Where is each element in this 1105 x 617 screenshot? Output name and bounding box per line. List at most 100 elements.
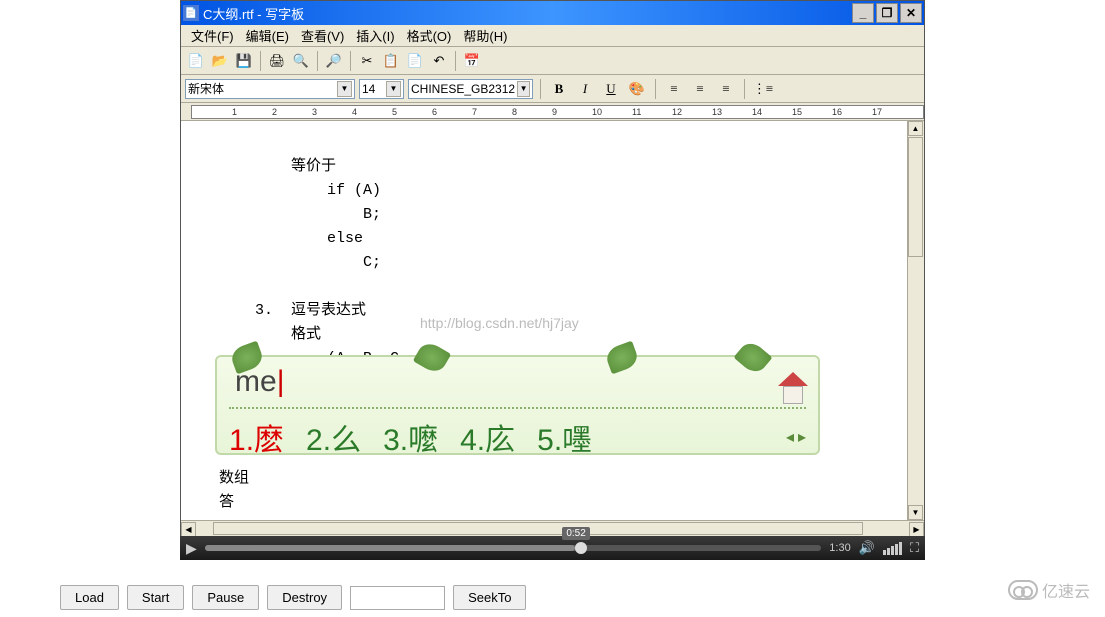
datetime-icon[interactable]: 📅	[461, 50, 483, 72]
maximize-button[interactable]: ❐	[876, 3, 898, 23]
menu-file[interactable]: 文件(F)	[185, 24, 240, 47]
ime-panel[interactable]: me| 1.麽 2.么 3.嚒 4.庅 5.嚜 ◂ ▸	[215, 355, 820, 455]
bold-button[interactable]: B	[548, 78, 570, 100]
doc-line: B;	[201, 206, 381, 223]
next-page-icon[interactable]: ▸	[798, 427, 806, 447]
fullscreen-icon[interactable]: ⛶	[910, 540, 919, 556]
wordpad-window: 📄 C大纲.rtf - 写字板 _ ❐ ✕ 文件(F) 编辑(E) 查看(V) …	[180, 0, 925, 560]
ime-candidate-2[interactable]: 2.么	[306, 415, 361, 459]
size-value: 14	[362, 82, 375, 96]
paste-icon[interactable]: 📄	[404, 50, 426, 72]
menu-view[interactable]: 查看(V)	[295, 24, 350, 47]
hscroll-track[interactable]	[196, 522, 909, 537]
size-selector[interactable]: 14 ▼	[359, 79, 404, 99]
ime-candidate-1[interactable]: 1.麽	[229, 415, 284, 459]
underline-button[interactable]: U	[600, 78, 622, 100]
prev-page-icon[interactable]: ◂	[786, 427, 794, 447]
new-icon[interactable]: 📄	[185, 50, 207, 72]
minimize-button[interactable]: _	[852, 3, 874, 23]
ime-candidate-3[interactable]: 3.嚒	[383, 415, 438, 459]
preview-icon[interactable]: 🔍	[290, 50, 312, 72]
close-button[interactable]: ✕	[900, 3, 922, 23]
dropdown-icon[interactable]: ▼	[386, 81, 401, 97]
progress-bar[interactable]: 0:52	[205, 545, 822, 551]
ime-nav: ◂ ▸	[786, 427, 806, 447]
destroy-button[interactable]: Destroy	[267, 585, 342, 610]
ruler[interactable]: 1 2 3 4 5 6 7 8 9 10 11 12 13 14 15 16 1…	[181, 103, 924, 121]
print-icon[interactable]: 🖨	[266, 50, 288, 72]
bullets-icon[interactable]: ⋮≡	[752, 78, 774, 100]
cut-icon[interactable]: ✂	[356, 50, 378, 72]
start-button[interactable]: Start	[127, 585, 184, 610]
player-controls: Load Start Pause Destroy SeekTo	[60, 585, 526, 610]
dropdown-icon[interactable]: ▼	[517, 81, 530, 97]
play-button-icon[interactable]: ▶	[186, 540, 197, 557]
ime-candidate-5[interactable]: 5.嚜	[537, 415, 592, 459]
brand-icon	[1008, 580, 1038, 600]
titlebar[interactable]: 📄 C大纲.rtf - 写字板 _ ❐ ✕	[181, 1, 924, 25]
app-icon: 📄	[183, 5, 199, 21]
formatbar: 新宋体 ▼ 14 ▼ CHINESE_GB2312 ▼ B I U 🎨 ≡ ≡ …	[181, 75, 924, 103]
menu-format[interactable]: 格式(O)	[401, 24, 458, 47]
separator	[260, 51, 261, 71]
copy-icon[interactable]: 📋	[380, 50, 402, 72]
toolbar: 📄 📂 💾 🖨 🔍 🔎 ✂ 📋 📄 ↶ 📅	[181, 47, 924, 75]
content-area: 等价于 if (A) B; else C; 3. 逗号表达式 格式 (A, B,…	[181, 121, 924, 520]
undo-icon[interactable]: ↶	[428, 50, 450, 72]
pause-button[interactable]: Pause	[192, 585, 259, 610]
menubar: 文件(F) 编辑(E) 查看(V) 插入(I) 格式(O) 帮助(H)	[181, 25, 924, 47]
doc-line: C;	[201, 254, 381, 271]
separator	[744, 79, 745, 99]
italic-button[interactable]: I	[574, 78, 596, 100]
color-button[interactable]: 🎨	[626, 78, 648, 100]
load-button[interactable]: Load	[60, 585, 119, 610]
charset-selector[interactable]: CHINESE_GB2312 ▼	[408, 79, 533, 99]
scroll-down-icon[interactable]: ▼	[908, 505, 923, 520]
video-controls: ▶ 0:52 1:30 🔊 ⛶	[180, 536, 925, 560]
align-center-icon[interactable]: ≡	[689, 78, 711, 100]
dropdown-icon[interactable]: ▼	[337, 81, 352, 97]
doc-line: 数组	[201, 470, 249, 487]
separator	[350, 51, 351, 71]
horizontal-scrollbar[interactable]: ◀ ▶	[181, 520, 924, 537]
menu-help[interactable]: 帮助(H)	[457, 24, 513, 47]
hscroll-thumb[interactable]	[213, 522, 863, 535]
save-icon[interactable]: 💾	[233, 50, 255, 72]
progress-handle[interactable]	[575, 542, 587, 554]
progress-fill	[205, 545, 575, 551]
doc-line: else	[201, 230, 363, 247]
vertical-scrollbar[interactable]: ▲ ▼	[907, 121, 924, 520]
ime-input-text: me|	[229, 363, 806, 401]
scroll-up-icon[interactable]: ▲	[908, 121, 923, 136]
brand-logo: 亿速云	[1008, 578, 1090, 602]
doc-line: 答	[201, 494, 234, 511]
scroll-right-icon[interactable]: ▶	[909, 522, 924, 537]
find-icon[interactable]: 🔎	[323, 50, 345, 72]
document-text[interactable]: 等价于 if (A) B; else C; 3. 逗号表达式 格式 (A, B,…	[181, 121, 907, 520]
ime-candidate-4[interactable]: 4.庅	[460, 415, 515, 459]
scroll-left-icon[interactable]: ◀	[181, 522, 196, 537]
total-time: 1:30	[829, 542, 850, 554]
doc-line: if (A)	[201, 182, 381, 199]
separator	[540, 79, 541, 99]
align-right-icon[interactable]: ≡	[715, 78, 737, 100]
separator	[655, 79, 656, 99]
doc-line: 等价于	[201, 158, 336, 175]
open-icon[interactable]: 📂	[209, 50, 231, 72]
doc-line: 格式	[201, 326, 321, 343]
seekto-button[interactable]: SeekTo	[453, 585, 526, 610]
scroll-thumb[interactable]	[908, 137, 923, 257]
current-time-badge: 0:52	[562, 527, 589, 540]
separator	[455, 51, 456, 71]
ime-candidates: 1.麽 2.么 3.嚒 4.庅 5.嚜 ◂ ▸	[229, 415, 806, 459]
ruler-scale: 1 2 3 4 5 6 7 8 9 10 11 12 13 14 15 16 1…	[191, 105, 924, 119]
volume-bars[interactable]	[883, 542, 902, 555]
volume-icon[interactable]: 🔊	[859, 540, 875, 556]
font-selector[interactable]: 新宋体 ▼	[185, 79, 355, 99]
ime-divider	[229, 407, 806, 409]
menu-insert[interactable]: 插入(I)	[350, 24, 400, 47]
brand-text: 亿速云	[1042, 578, 1090, 602]
menu-edit[interactable]: 编辑(E)	[240, 24, 295, 47]
seek-input[interactable]	[350, 586, 445, 610]
align-left-icon[interactable]: ≡	[663, 78, 685, 100]
